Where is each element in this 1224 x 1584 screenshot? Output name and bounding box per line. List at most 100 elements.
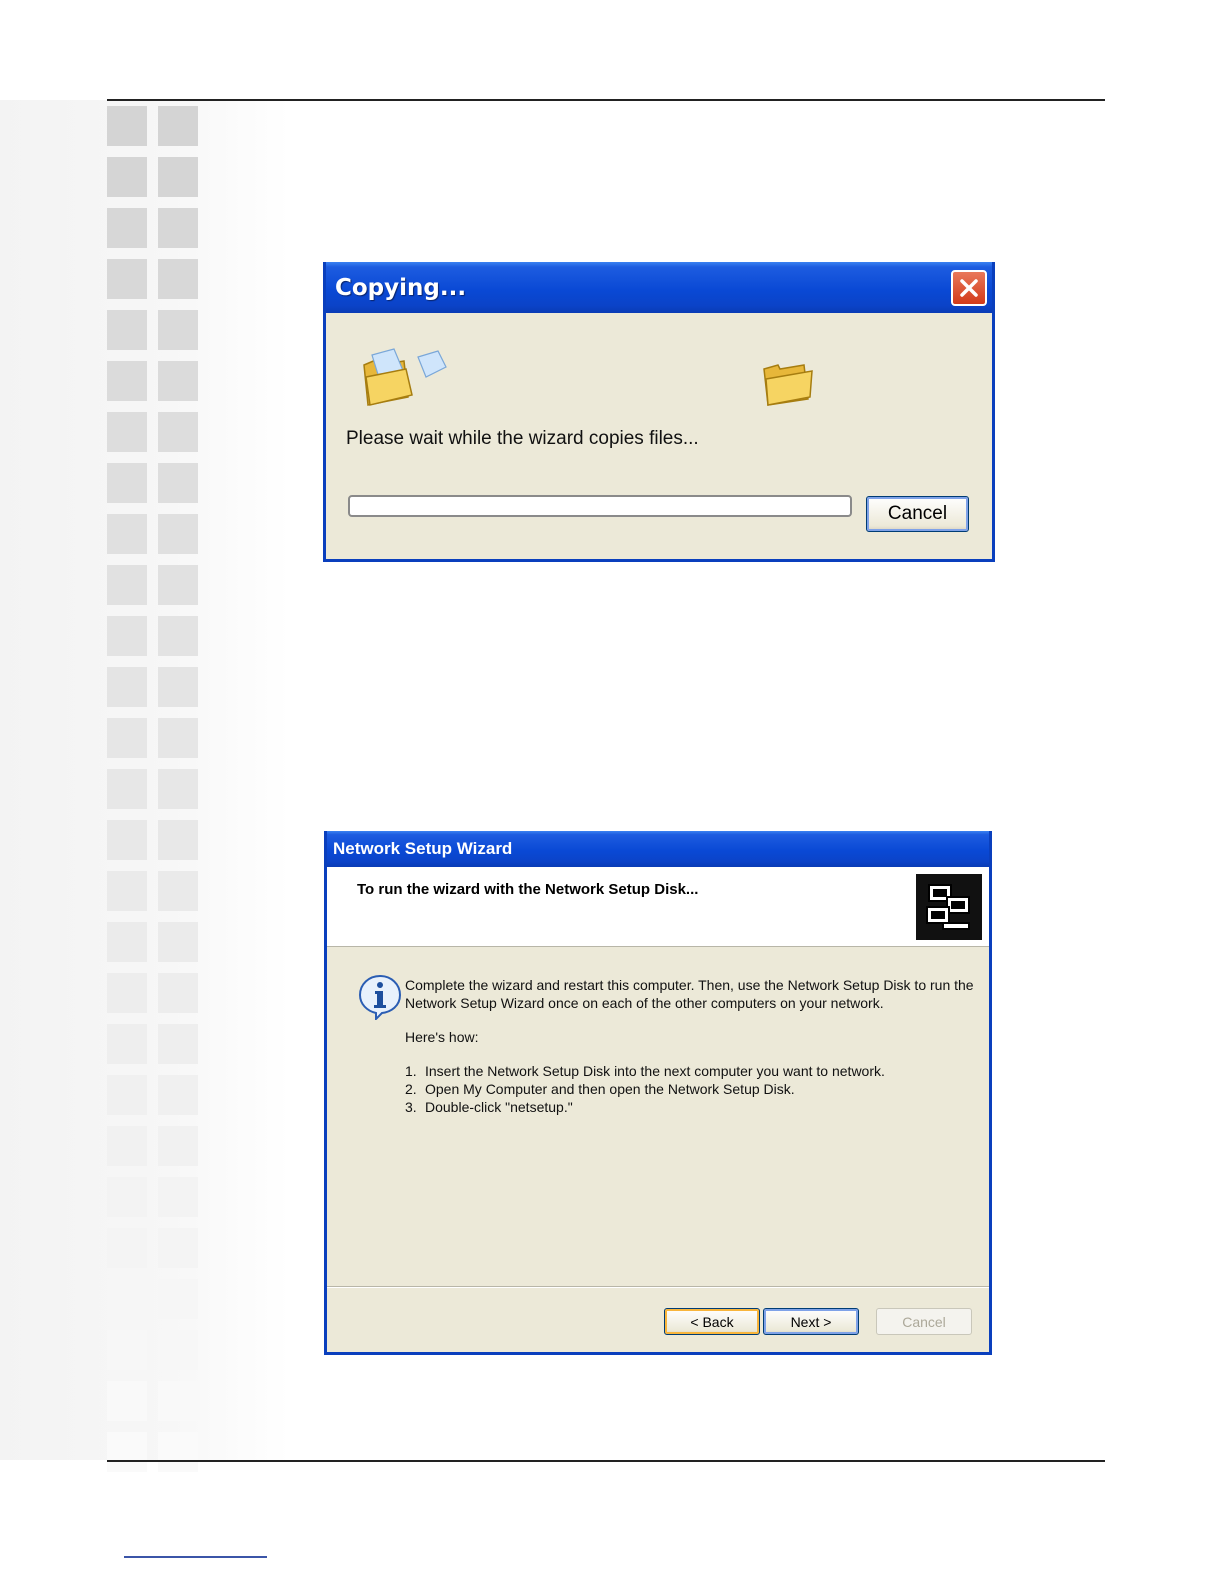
decorative-square: [158, 922, 198, 962]
decorative-square: [158, 157, 198, 197]
wizard-separator: [327, 1286, 989, 1288]
top-rule: [107, 99, 1105, 101]
wizard-howto: Here's how:: [405, 1029, 479, 1045]
network-setup-wizard-dialog: Network Setup Wizard To run the wizard w…: [324, 831, 992, 1355]
decorative-square-row: [107, 1228, 202, 1268]
decorative-square: [107, 259, 147, 299]
decorative-square-row: [107, 1279, 202, 1319]
network-computers-icon: [916, 874, 982, 940]
decorative-square: [107, 208, 147, 248]
next-button[interactable]: Next >: [763, 1308, 859, 1335]
decorative-square: [158, 820, 198, 860]
decorative-square-row: [107, 769, 202, 809]
decorative-square-row: [107, 1024, 202, 1064]
decorative-square: [158, 412, 198, 452]
folder-open-icon: [360, 347, 452, 414]
decorative-square: [158, 310, 198, 350]
back-button[interactable]: < Back: [664, 1308, 760, 1335]
decorative-square: [107, 310, 147, 350]
decorative-square: [107, 616, 147, 656]
folder-destination-icon: [762, 359, 816, 412]
copying-message: Please wait while the wizard copies file…: [346, 428, 699, 449]
decorative-square-row: [107, 259, 202, 299]
decorative-square: [158, 514, 198, 554]
decorative-square-row: [107, 820, 202, 860]
decorative-square-row: [107, 412, 202, 452]
decorative-square: [158, 1279, 198, 1319]
decorative-square-row: [107, 1432, 202, 1472]
decorative-square-row: [107, 871, 202, 911]
decorative-square-row: [107, 361, 202, 401]
decorative-square-row: [107, 1330, 202, 1370]
list-item: 2. Open My Computer and then open the Ne…: [405, 1081, 795, 1097]
decorative-square-row: [107, 514, 202, 554]
close-button[interactable]: [951, 270, 987, 306]
cancel-button[interactable]: Cancel: [866, 496, 969, 532]
decorative-square: [107, 1177, 147, 1217]
copying-body: Please wait while the wizard copies file…: [326, 313, 992, 559]
decorative-square: [158, 1126, 198, 1166]
decorative-square: [107, 1228, 147, 1268]
flying-file-icon: [417, 350, 447, 378]
decorative-square: [158, 463, 198, 503]
list-item: 3. Double-click "netsetup.": [405, 1099, 573, 1115]
decorative-square: [107, 1126, 147, 1166]
decorative-square: [158, 1432, 198, 1472]
decorative-square: [107, 1432, 147, 1472]
list-item: 1. Insert the Network Setup Disk into th…: [405, 1063, 885, 1079]
info-icon: [358, 974, 402, 1023]
decorative-square: [107, 514, 147, 554]
decorative-square: [158, 1330, 198, 1370]
decorative-square: [107, 361, 147, 401]
decorative-square-row: [107, 718, 202, 758]
wizard-body: Complete the wizard and restart this com…: [327, 948, 989, 1286]
decorative-square: [107, 1381, 147, 1421]
decorative-square: [107, 922, 147, 962]
decorative-square-row: [107, 922, 202, 962]
decorative-square: [107, 769, 147, 809]
decorative-square: [107, 1075, 147, 1115]
decorative-square-row: [107, 1177, 202, 1217]
decorative-square-row: [107, 106, 202, 146]
decorative-square: [158, 1024, 198, 1064]
decorative-square: [107, 565, 147, 605]
decorative-square: [107, 106, 147, 146]
wizard-steps: 1. Insert the Network Setup Disk into th…: [405, 1062, 980, 1116]
wizard-text: Complete the wizard and restart this com…: [405, 976, 980, 1116]
decorative-square: [158, 565, 198, 605]
decorative-square-row: [107, 310, 202, 350]
decorative-square: [107, 1330, 147, 1370]
decorative-square: [107, 157, 147, 197]
decorative-square: [107, 820, 147, 860]
footer-line: [124, 1556, 267, 1558]
wizard-header: To run the wizard with the Network Setup…: [327, 867, 989, 947]
decorative-square: [158, 871, 198, 911]
decorative-square-column: [107, 106, 202, 1483]
decorative-square: [158, 106, 198, 146]
wizard-heading: To run the wizard with the Network Setup…: [357, 881, 699, 898]
decorative-square: [158, 1177, 198, 1217]
copy-progress-bar: [348, 495, 852, 517]
decorative-square-row: [107, 1381, 202, 1421]
decorative-square: [158, 208, 198, 248]
wizard-intro: Complete the wizard and restart this com…: [405, 977, 974, 1011]
decorative-square: [107, 667, 147, 707]
copying-title-bar[interactable]: Copying...: [326, 262, 992, 313]
decorative-square-row: [107, 1075, 202, 1115]
decorative-square-row: [107, 667, 202, 707]
wizard-title: Network Setup Wizard: [333, 839, 513, 858]
decorative-square: [158, 769, 198, 809]
decorative-square: [158, 259, 198, 299]
decorative-square: [158, 361, 198, 401]
decorative-square: [107, 1279, 147, 1319]
decorative-square: [107, 463, 147, 503]
wizard-title-bar[interactable]: Network Setup Wizard: [327, 831, 989, 867]
decorative-square: [107, 871, 147, 911]
decorative-square: [158, 667, 198, 707]
copying-title: Copying...: [335, 274, 467, 301]
decorative-square-row: [107, 463, 202, 503]
decorative-square: [158, 973, 198, 1013]
close-icon: [960, 279, 978, 297]
decorative-square-row: [107, 565, 202, 605]
decorative-square: [158, 616, 198, 656]
